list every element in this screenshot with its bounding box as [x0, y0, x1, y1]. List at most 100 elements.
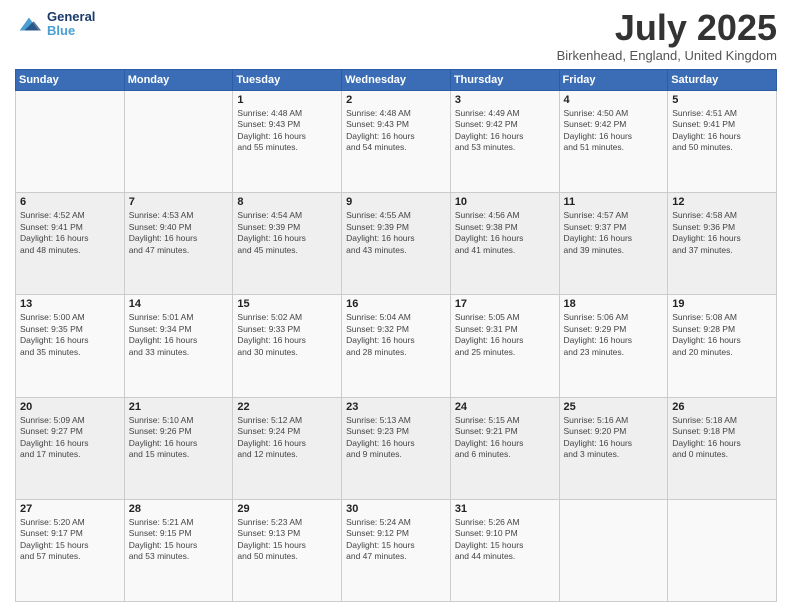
calendar-cell: 26Sunrise: 5:18 AM Sunset: 9:18 PM Dayli…	[668, 397, 777, 499]
day-number: 19	[672, 298, 772, 310]
day-number: 5	[672, 94, 772, 106]
calendar-cell: 18 Sunrise: 5:06 AM Sunset: 9:29 PM Dayli…	[559, 295, 668, 397]
calendar-cell: 2 Sunrise: 4:48 AM Sunset: 9:43 PM Daylig…	[342, 91, 451, 193]
day-number: 17	[455, 298, 555, 310]
day-number: 7	[129, 196, 229, 208]
day-number: 31	[455, 503, 555, 515]
logo-line1: General	[47, 10, 95, 24]
day-number: 16	[346, 298, 446, 310]
day-info: Sunrise: 5:06 AM Sunset: 9:29 PM Dayligh…	[564, 312, 664, 358]
calendar-cell: 24Sunrise: 5:15 AM Sunset: 9:21 PM Dayli…	[450, 397, 559, 499]
page: General Blue July 2025 Birkenhead, Engla…	[0, 0, 792, 612]
title-area: July 2025 Birkenhead, England, United Ki…	[557, 10, 777, 63]
day-number: 25	[564, 401, 664, 413]
calendar-week-3: 13Sunrise: 5:00 AM Sunset: 9:35 PM Dayli…	[16, 295, 777, 397]
header: General Blue July 2025 Birkenhead, Engla…	[15, 10, 777, 63]
calendar-cell: 4Sunrise: 4:50 AM Sunset: 9:42 PM Daylig…	[559, 91, 668, 193]
calendar-cell: 17 Sunrise: 5:05 AM Sunset: 9:31 PM Dayli…	[450, 295, 559, 397]
calendar-body: 1 Sunrise: 4:48 AM Sunset: 9:43 PM Daylig…	[16, 91, 777, 602]
day-info: Sunrise: 5:23 AM Sunset: 9:13 PM Dayligh…	[237, 517, 337, 563]
day-number: 22	[237, 401, 337, 413]
calendar-cell: 9Sunrise: 4:55 AM Sunset: 9:39 PM Daylig…	[342, 193, 451, 295]
calendar-cell: 28Sunrise: 5:21 AM Sunset: 9:15 PM Dayli…	[124, 499, 233, 601]
day-info: Sunrise: 5:16 AM Sunset: 9:20 PM Dayligh…	[564, 415, 664, 461]
weekday-header-wednesday: Wednesday	[342, 70, 451, 91]
logo: General Blue	[15, 10, 95, 39]
logo-icon	[15, 10, 43, 38]
day-number: 29	[237, 503, 337, 515]
day-info: Sunrise: 5:18 AM Sunset: 9:18 PM Dayligh…	[672, 415, 772, 461]
day-number: 28	[129, 503, 229, 515]
day-number: 15	[237, 298, 337, 310]
day-info: Sunrise: 5:08 AM Sunset: 9:28 PM Dayligh…	[672, 312, 772, 358]
calendar-cell: 30Sunrise: 5:24 AM Sunset: 9:12 PM Dayli…	[342, 499, 451, 601]
day-info: Sunrise: 5:10 AM Sunset: 9:26 PM Dayligh…	[129, 415, 229, 461]
calendar-week-1: 1 Sunrise: 4:48 AM Sunset: 9:43 PM Daylig…	[16, 91, 777, 193]
calendar-week-2: 6Sunrise: 4:52 AM Sunset: 9:41 PM Daylig…	[16, 193, 777, 295]
calendar-cell: 7 Sunrise: 4:53 AM Sunset: 9:40 PM Daylig…	[124, 193, 233, 295]
day-info: Sunrise: 5:13 AM Sunset: 9:23 PM Dayligh…	[346, 415, 446, 461]
calendar-cell: 8 Sunrise: 4:54 AM Sunset: 9:39 PM Daylig…	[233, 193, 342, 295]
day-number: 27	[20, 503, 120, 515]
calendar-cell: 19 Sunrise: 5:08 AM Sunset: 9:28 PM Dayli…	[668, 295, 777, 397]
day-info: Sunrise: 5:26 AM Sunset: 9:10 PM Dayligh…	[455, 517, 555, 563]
calendar-cell: 13Sunrise: 5:00 AM Sunset: 9:35 PM Dayli…	[16, 295, 125, 397]
day-number: 8	[237, 196, 337, 208]
day-number: 24	[455, 401, 555, 413]
month-title: July 2025	[557, 10, 777, 46]
day-info: Sunrise: 5:24 AM Sunset: 9:12 PM Dayligh…	[346, 517, 446, 563]
calendar-cell	[16, 91, 125, 193]
calendar-cell: 22 Sunrise: 5:12 AM Sunset: 9:24 PM Dayli…	[233, 397, 342, 499]
calendar-cell: 16 Sunrise: 5:04 AM Sunset: 9:32 PM Dayli…	[342, 295, 451, 397]
day-info: Sunrise: 4:57 AM Sunset: 9:37 PM Dayligh…	[564, 210, 664, 256]
day-number: 9	[346, 196, 446, 208]
day-info: Sunrise: 4:51 AM Sunset: 9:41 PM Dayligh…	[672, 108, 772, 154]
location: Birkenhead, England, United Kingdom	[557, 48, 777, 63]
weekday-row: SundayMondayTuesdayWednesdayThursdayFrid…	[16, 70, 777, 91]
day-number: 3	[455, 94, 555, 106]
weekday-header-saturday: Saturday	[668, 70, 777, 91]
day-number: 18	[564, 298, 664, 310]
calendar-cell: 5 Sunrise: 4:51 AM Sunset: 9:41 PM Daylig…	[668, 91, 777, 193]
calendar-cell: 20Sunrise: 5:09 AM Sunset: 9:27 PM Dayli…	[16, 397, 125, 499]
calendar-cell: 1 Sunrise: 4:48 AM Sunset: 9:43 PM Daylig…	[233, 91, 342, 193]
day-info: Sunrise: 4:56 AM Sunset: 9:38 PM Dayligh…	[455, 210, 555, 256]
weekday-header-sunday: Sunday	[16, 70, 125, 91]
day-info: Sunrise: 5:04 AM Sunset: 9:32 PM Dayligh…	[346, 312, 446, 358]
calendar-table: SundayMondayTuesdayWednesdayThursdayFrid…	[15, 69, 777, 602]
day-info: Sunrise: 4:53 AM Sunset: 9:40 PM Dayligh…	[129, 210, 229, 256]
day-number: 6	[20, 196, 120, 208]
day-info: Sunrise: 4:50 AM Sunset: 9:42 PM Dayligh…	[564, 108, 664, 154]
day-number: 21	[129, 401, 229, 413]
weekday-header-friday: Friday	[559, 70, 668, 91]
calendar-cell: 15 Sunrise: 5:02 AM Sunset: 9:33 PM Dayli…	[233, 295, 342, 397]
day-info: Sunrise: 4:48 AM Sunset: 9:43 PM Dayligh…	[346, 108, 446, 154]
weekday-header-thursday: Thursday	[450, 70, 559, 91]
calendar-cell	[124, 91, 233, 193]
calendar-week-4: 20Sunrise: 5:09 AM Sunset: 9:27 PM Dayli…	[16, 397, 777, 499]
day-info: Sunrise: 4:48 AM Sunset: 9:43 PM Dayligh…	[237, 108, 337, 154]
day-number: 13	[20, 298, 120, 310]
calendar-cell: 25 Sunrise: 5:16 AM Sunset: 9:20 PM Dayli…	[559, 397, 668, 499]
calendar-cell: 23Sunrise: 5:13 AM Sunset: 9:23 PM Dayli…	[342, 397, 451, 499]
day-info: Sunrise: 5:12 AM Sunset: 9:24 PM Dayligh…	[237, 415, 337, 461]
calendar-cell: 3Sunrise: 4:49 AM Sunset: 9:42 PM Daylig…	[450, 91, 559, 193]
day-number: 10	[455, 196, 555, 208]
calendar-cell: 10 Sunrise: 4:56 AM Sunset: 9:38 PM Dayli…	[450, 193, 559, 295]
day-info: Sunrise: 5:02 AM Sunset: 9:33 PM Dayligh…	[237, 312, 337, 358]
day-number: 20	[20, 401, 120, 413]
day-info: Sunrise: 5:20 AM Sunset: 9:17 PM Dayligh…	[20, 517, 120, 563]
weekday-header-tuesday: Tuesday	[233, 70, 342, 91]
calendar-cell	[559, 499, 668, 601]
calendar-cell: 11Sunrise: 4:57 AM Sunset: 9:37 PM Dayli…	[559, 193, 668, 295]
day-number: 2	[346, 94, 446, 106]
day-info: Sunrise: 4:54 AM Sunset: 9:39 PM Dayligh…	[237, 210, 337, 256]
day-info: Sunrise: 5:05 AM Sunset: 9:31 PM Dayligh…	[455, 312, 555, 358]
day-number: 1	[237, 94, 337, 106]
calendar-cell	[668, 499, 777, 601]
calendar-header: SundayMondayTuesdayWednesdayThursdayFrid…	[16, 70, 777, 91]
day-number: 12	[672, 196, 772, 208]
logo-line2: Blue	[47, 23, 75, 38]
calendar-cell: 14Sunrise: 5:01 AM Sunset: 9:34 PM Dayli…	[124, 295, 233, 397]
day-info: Sunrise: 5:01 AM Sunset: 9:34 PM Dayligh…	[129, 312, 229, 358]
